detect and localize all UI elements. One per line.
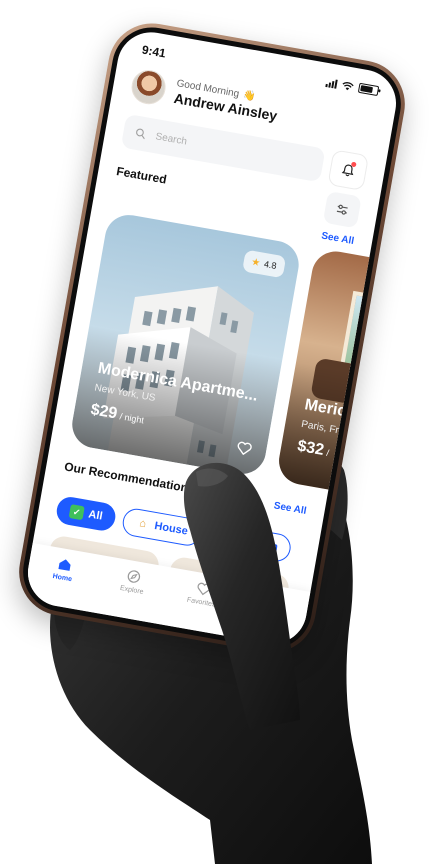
featured-see-all[interactable]: See All <box>320 231 354 248</box>
tab-explore[interactable]: Explore <box>106 565 160 598</box>
chip-house[interactable]: ⌂ House <box>120 506 203 548</box>
search-icon <box>136 128 145 140</box>
tab-label: Explore <box>119 584 144 596</box>
tab-home[interactable]: Home <box>37 553 91 586</box>
phone-screen: 9:41 Good Morning 👋 Andrew Ainsley Searc… <box>22 26 402 650</box>
avatar[interactable] <box>128 67 169 107</box>
chip-label: House <box>153 519 189 538</box>
featured-card[interactable]: ★ 4.8 Modernica Apartme... New York, US … <box>68 211 303 478</box>
message-icon <box>266 594 280 608</box>
status-icons <box>325 77 380 97</box>
price-value: $29 <box>89 401 119 423</box>
search-input[interactable] <box>152 129 312 170</box>
chip-apartment[interactable]: ▦ Apartm <box>205 521 294 564</box>
house-icon: ⌂ <box>138 517 148 531</box>
home-icon <box>58 559 71 571</box>
filter-button[interactable] <box>322 190 362 229</box>
recommendation-title: Our Recommendation <box>63 459 190 495</box>
recommendation-see-all[interactable]: See All <box>273 500 307 517</box>
chip-label: Apartm <box>238 535 279 554</box>
wave-icon: 👋 <box>242 89 257 103</box>
star-icon: ★ <box>250 256 262 269</box>
price-value: $32 <box>296 437 326 460</box>
filter-icon <box>336 204 348 215</box>
check-icon: ✓ <box>68 504 85 521</box>
featured-title: Featured <box>115 163 168 187</box>
tab-favorites[interactable]: Favorites <box>176 577 230 610</box>
greeting-block: Good Morning 👋 Andrew Ainsley <box>173 78 281 124</box>
apartment-icon: ▦ <box>221 532 235 547</box>
tab-label: Message <box>255 608 286 621</box>
price-unit: / night <box>118 411 145 426</box>
heart-icon[interactable] <box>235 439 254 458</box>
phone: 9:41 Good Morning 👋 Andrew Ainsley Searc… <box>12 16 412 660</box>
explore-icon <box>127 570 141 583</box>
battery-icon <box>357 82 380 97</box>
tab-label: Favorites <box>186 596 216 609</box>
chip-label: All <box>87 508 104 523</box>
notification-button[interactable] <box>327 149 370 191</box>
tab-message[interactable]: Message <box>245 589 299 622</box>
rating-value: 4.8 <box>263 259 278 272</box>
status-time: 9:41 <box>140 42 167 61</box>
wifi-icon <box>342 81 354 90</box>
heart-icon <box>197 582 211 596</box>
chip-all[interactable]: ✓ All <box>54 494 118 533</box>
tab-label: Home <box>52 573 73 584</box>
signal-icon <box>325 78 338 89</box>
